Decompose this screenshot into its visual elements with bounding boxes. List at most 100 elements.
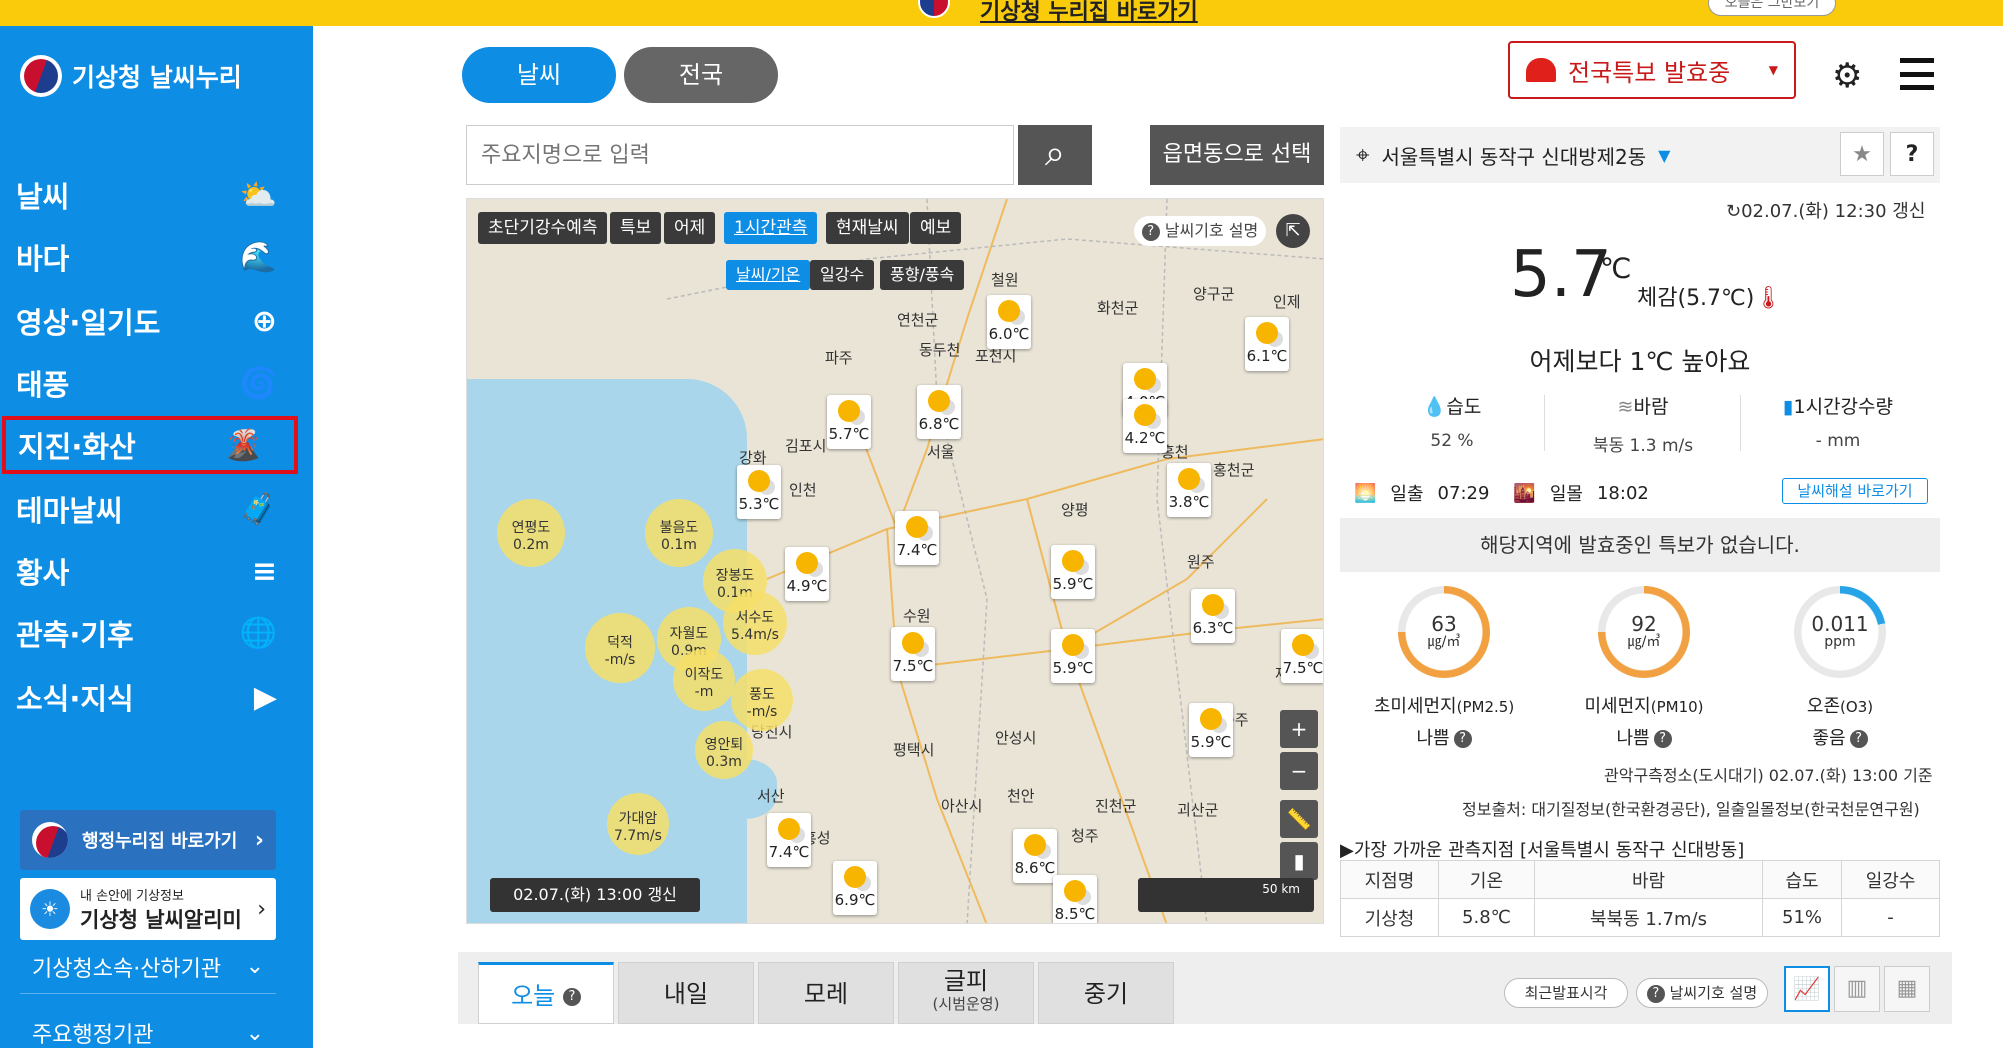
- tab-today[interactable]: 오늘 ?: [478, 962, 614, 1024]
- favorite-star-icon[interactable]: ★: [1840, 132, 1884, 176]
- station-marker[interactable]: 7.4℃: [895, 511, 939, 565]
- gear-icon[interactable]: ⚙: [1832, 56, 1862, 96]
- station-marker[interactable]: 6.9℃: [833, 861, 877, 915]
- national-alert-dropdown[interactable]: 전국특보 발효중 ▼: [1508, 41, 1796, 99]
- partly-cloudy-icon: [1178, 468, 1200, 490]
- weather-app-banner[interactable]: ☀ 내 손안에 기상정보 기상청 날씨알리미 ›: [20, 878, 276, 940]
- emd-select-button[interactable]: 읍면동으로 선택: [1150, 125, 1324, 185]
- wind-icon: ≋: [1617, 396, 1634, 418]
- station-marker[interactable]: 6.3℃: [1191, 589, 1235, 643]
- air-quality-sub: (PM10): [1650, 698, 1704, 716]
- tab-mid-term[interactable]: 중기: [1038, 962, 1174, 1024]
- sidebar-item[interactable]: 영상·일기도 ⊕: [0, 292, 313, 350]
- droplet-icon: 💧: [1422, 396, 1447, 418]
- station-marker[interactable]: 3.8℃: [1167, 463, 1211, 517]
- sidebar-item[interactable]: 태풍 🌀: [0, 354, 313, 412]
- help-icon[interactable]: ?: [1453, 730, 1472, 748]
- station-marker[interactable]: 7.5℃: [891, 627, 935, 681]
- map-tab[interactable]: 1시간관측: [724, 212, 818, 244]
- affiliated-agencies-dropdown[interactable]: 기상청소속·산하기관 ⌄: [20, 940, 276, 994]
- map-city-label: 진천군: [1095, 797, 1137, 815]
- search-input[interactable]: [466, 125, 1014, 185]
- help-icon[interactable]: ?: [562, 988, 581, 1006]
- map-subtab[interactable]: 일강수: [810, 260, 875, 290]
- map-tab[interactable]: 예보: [910, 212, 962, 244]
- weather-symbol-help-button[interactable]: ? 날씨기호 설명: [1636, 978, 1768, 1008]
- sea-point-value: 0.1m: [661, 537, 697, 553]
- hamburger-menu-icon[interactable]: [1900, 58, 1934, 90]
- search-button[interactable]: ⌕: [1018, 125, 1092, 185]
- station-marker[interactable]: 7.4℃: [767, 813, 811, 867]
- homepage-link[interactable]: 기상청 누리집 바로가기: [980, 0, 1198, 26]
- sea-observation-point[interactable]: 불음도 0.1m: [645, 499, 713, 567]
- help-icon[interactable]: ?: [1849, 730, 1868, 748]
- tab-day-after[interactable]: 모레: [758, 962, 894, 1024]
- sea-observation-point[interactable]: 영안퇴 0.3m: [695, 721, 753, 779]
- sea-observation-point[interactable]: 덕적 -m/s: [585, 613, 655, 683]
- admin-site-banner[interactable]: 행정누리집 바로가기 ›: [20, 810, 276, 870]
- sea-observation-point[interactable]: 연평도 0.2m: [497, 499, 565, 567]
- tab-tomorrow[interactable]: 내일: [618, 962, 754, 1024]
- chevron-down-icon: ⌄: [245, 954, 264, 979]
- air-quality-name: 초미세먼지(PM2.5): [1344, 692, 1544, 718]
- air-quality-value: 0.011: [1811, 612, 1869, 637]
- tab-national[interactable]: 전국: [624, 47, 778, 103]
- tab-three-days[interactable]: 글피 (시범운영): [898, 962, 1034, 1024]
- weather-commentary-link[interactable]: 날씨해설 바로가기: [1782, 478, 1928, 504]
- sea-observation-point[interactable]: 서수도 5.4m/s: [723, 591, 787, 655]
- map-legend-button[interactable]: ? 날씨기호 설명: [1134, 216, 1266, 246]
- sidebar-item[interactable]: 바다 🌊: [0, 228, 313, 286]
- map-tab[interactable]: 초단기강수예측: [478, 212, 608, 244]
- map-subtab[interactable]: 풍향/풍속: [880, 260, 965, 290]
- station-marker[interactable]: 4.9℃: [785, 547, 829, 601]
- recent-release-button[interactable]: 최근발표시각: [1504, 978, 1628, 1008]
- station-marker[interactable]: 5.7℃: [827, 395, 871, 449]
- graph-view-icon[interactable]: 📈: [1784, 966, 1830, 1012]
- sidebar-item[interactable]: 날씨 ⛅: [0, 166, 313, 224]
- station-marker[interactable]: 5.9℃: [1189, 703, 1233, 757]
- station-marker[interactable]: 4.2℃: [1123, 399, 1167, 453]
- sun-times: 🌅 일출 07:29 🌇 일몰 18:02: [1354, 480, 1649, 506]
- sidebar-item[interactable]: 테마날씨 🧳: [0, 480, 313, 538]
- station-marker[interactable]: 7.5℃: [1281, 629, 1323, 683]
- sea-observation-point[interactable]: 이작도 -m: [673, 649, 735, 711]
- refresh-icon[interactable]: ↻: [1726, 201, 1741, 222]
- weather-map[interactable]: 철원파주동두천포천시연천군화천군양구군인제강화김포시서울인천양평홍천홍천군원주이…: [466, 198, 1324, 924]
- tab-weather[interactable]: 날씨: [462, 47, 616, 103]
- station-marker[interactable]: 5.9℃: [1051, 545, 1095, 599]
- map-tab[interactable]: 현재날씨: [826, 212, 909, 244]
- admin-agencies-dropdown[interactable]: 주요행정기관 ⌄: [20, 1006, 276, 1060]
- map-tab[interactable]: 어제: [664, 212, 716, 244]
- sea-observation-point[interactable]: 가대암 7.7m/s: [607, 793, 669, 855]
- table-view-icon[interactable]: ▦: [1884, 966, 1930, 1012]
- sidebar-item[interactable]: 관측·기후 🌐: [0, 604, 313, 662]
- station-marker[interactable]: 5.9℃: [1051, 629, 1095, 683]
- map-tab[interactable]: 특보: [610, 212, 662, 244]
- sidebar-item-label: 영상·일기도: [16, 306, 161, 340]
- map-subtab[interactable]: 날씨/기온: [726, 260, 811, 290]
- zoom-in-button[interactable]: +: [1280, 710, 1318, 748]
- sidebar-item[interactable]: 황사 ≡: [0, 542, 313, 600]
- station-marker[interactable]: 6.8℃: [917, 385, 961, 439]
- sidebar-item[interactable]: 지진·화산 🌋: [2, 416, 298, 474]
- brand-logo[interactable]: 기상청 날씨누리: [20, 54, 242, 98]
- dust-icon: ≡: [251, 553, 277, 589]
- external-link-icon[interactable]: ⇱: [1276, 214, 1310, 248]
- sea-observation-point[interactable]: 풍도 -m/s: [731, 669, 793, 731]
- station-marker[interactable]: 8.6℃: [1013, 829, 1057, 883]
- station-marker[interactable]: 5.3℃: [737, 465, 781, 519]
- zoom-out-button[interactable]: −: [1280, 752, 1318, 790]
- app-banner-line2: 기상청 날씨알리미: [80, 907, 242, 932]
- sea-point-value: 7.7m/s: [614, 828, 662, 844]
- help-icon[interactable]: ?: [1653, 730, 1672, 748]
- map-layer-icon[interactable]: ▮: [1280, 842, 1318, 880]
- station-marker[interactable]: 6.0℃: [987, 295, 1031, 349]
- dropdown-arrow-icon: ▼: [1768, 63, 1778, 77]
- help-button[interactable]: ?: [1890, 132, 1934, 176]
- sidebar-item[interactable]: 소식·지식 ▶: [0, 668, 313, 726]
- bar-chart-view-icon[interactable]: ▥: [1834, 966, 1880, 1012]
- station-marker[interactable]: 8.5℃: [1053, 875, 1097, 923]
- station-marker[interactable]: 6.1℃: [1245, 317, 1289, 371]
- ruler-icon[interactable]: 📏: [1280, 800, 1318, 838]
- close-today-button[interactable]: 오늘은 그만보기: [1708, 0, 1836, 16]
